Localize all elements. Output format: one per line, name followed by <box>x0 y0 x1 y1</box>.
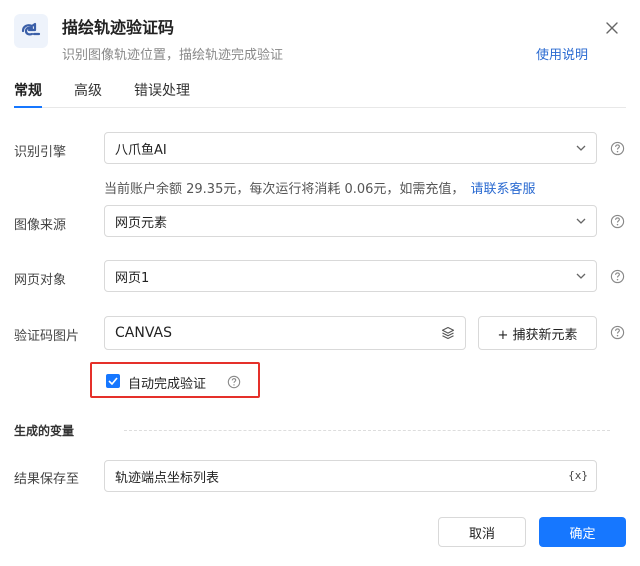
tab-general[interactable]: 常规 <box>14 80 42 100</box>
variable-icon[interactable]: {x} <box>568 469 588 482</box>
save-to-value: 轨迹端点坐标列表 <box>115 470 220 486</box>
contact-support-link[interactable]: 请联系客服 <box>470 182 535 197</box>
auto-complete-label[interactable]: 自动完成验证 <box>128 373 206 392</box>
help-circle-icon[interactable] <box>610 141 625 156</box>
close-icon <box>606 22 618 34</box>
checkmark-icon <box>108 377 118 385</box>
ok-button[interactable]: 确定 <box>539 517 626 547</box>
engine-value: 八爪鱼AI <box>115 142 167 158</box>
dialog-title: 描绘轨迹验证码 <box>62 18 175 37</box>
tab-error-handling[interactable]: 错误处理 <box>134 80 190 100</box>
web-object-label: 网页对象 <box>14 273 67 288</box>
close-button[interactable] <box>604 20 620 36</box>
active-tab-indicator <box>14 106 42 108</box>
engine-label: 识别引擎 <box>14 145 67 160</box>
help-circle-icon[interactable] <box>227 375 241 389</box>
track-icon <box>21 22 41 36</box>
tab-advanced[interactable]: 高级 <box>74 80 102 100</box>
image-source-value: 网页元素 <box>115 215 168 231</box>
tab-bar: 常规 高级 错误处理 <box>14 80 626 108</box>
help-circle-icon[interactable] <box>610 214 625 229</box>
dialog-subtitle: 识别图像轨迹位置，描绘轨迹完成验证 <box>62 48 284 63</box>
help-link[interactable]: 使用说明 <box>536 44 588 63</box>
image-source-select[interactable]: 网页元素 <box>104 205 597 237</box>
section-divider <box>124 430 610 431</box>
chevron-down-icon <box>576 145 586 151</box>
save-to-input[interactable]: 轨迹端点坐标列表 {x} <box>104 460 597 492</box>
balance-text: 当前账户余额 29.35元，每次运行将消耗 0.06元，如需充值， <box>104 182 465 197</box>
app-icon <box>14 14 48 48</box>
auto-complete-checkbox[interactable] <box>106 374 120 388</box>
engine-select[interactable]: 八爪鱼AI <box>104 132 597 164</box>
web-object-value: 网页1 <box>115 270 150 286</box>
cancel-button[interactable]: 取消 <box>438 517 526 547</box>
save-to-label: 结果保存至 <box>14 472 80 487</box>
variables-section-title: 生成的变量 <box>14 424 75 438</box>
chevron-down-icon <box>576 273 586 279</box>
captcha-image-label: 验证码图片 <box>14 329 80 344</box>
help-circle-icon[interactable] <box>610 325 625 340</box>
help-circle-icon[interactable] <box>610 269 625 284</box>
layers-icon[interactable] <box>441 326 455 340</box>
chevron-down-icon <box>576 218 586 224</box>
image-source-label: 图像来源 <box>14 218 67 233</box>
capture-element-button[interactable]: + 捕获新元素 <box>478 316 597 350</box>
captcha-image-value: CANVAS <box>115 325 172 341</box>
balance-note: 当前账户余额 29.35元，每次运行将消耗 0.06元，如需充值， 请联系客服 <box>104 178 535 197</box>
captcha-image-input[interactable]: CANVAS <box>104 316 466 350</box>
web-object-select[interactable]: 网页1 <box>104 260 597 292</box>
